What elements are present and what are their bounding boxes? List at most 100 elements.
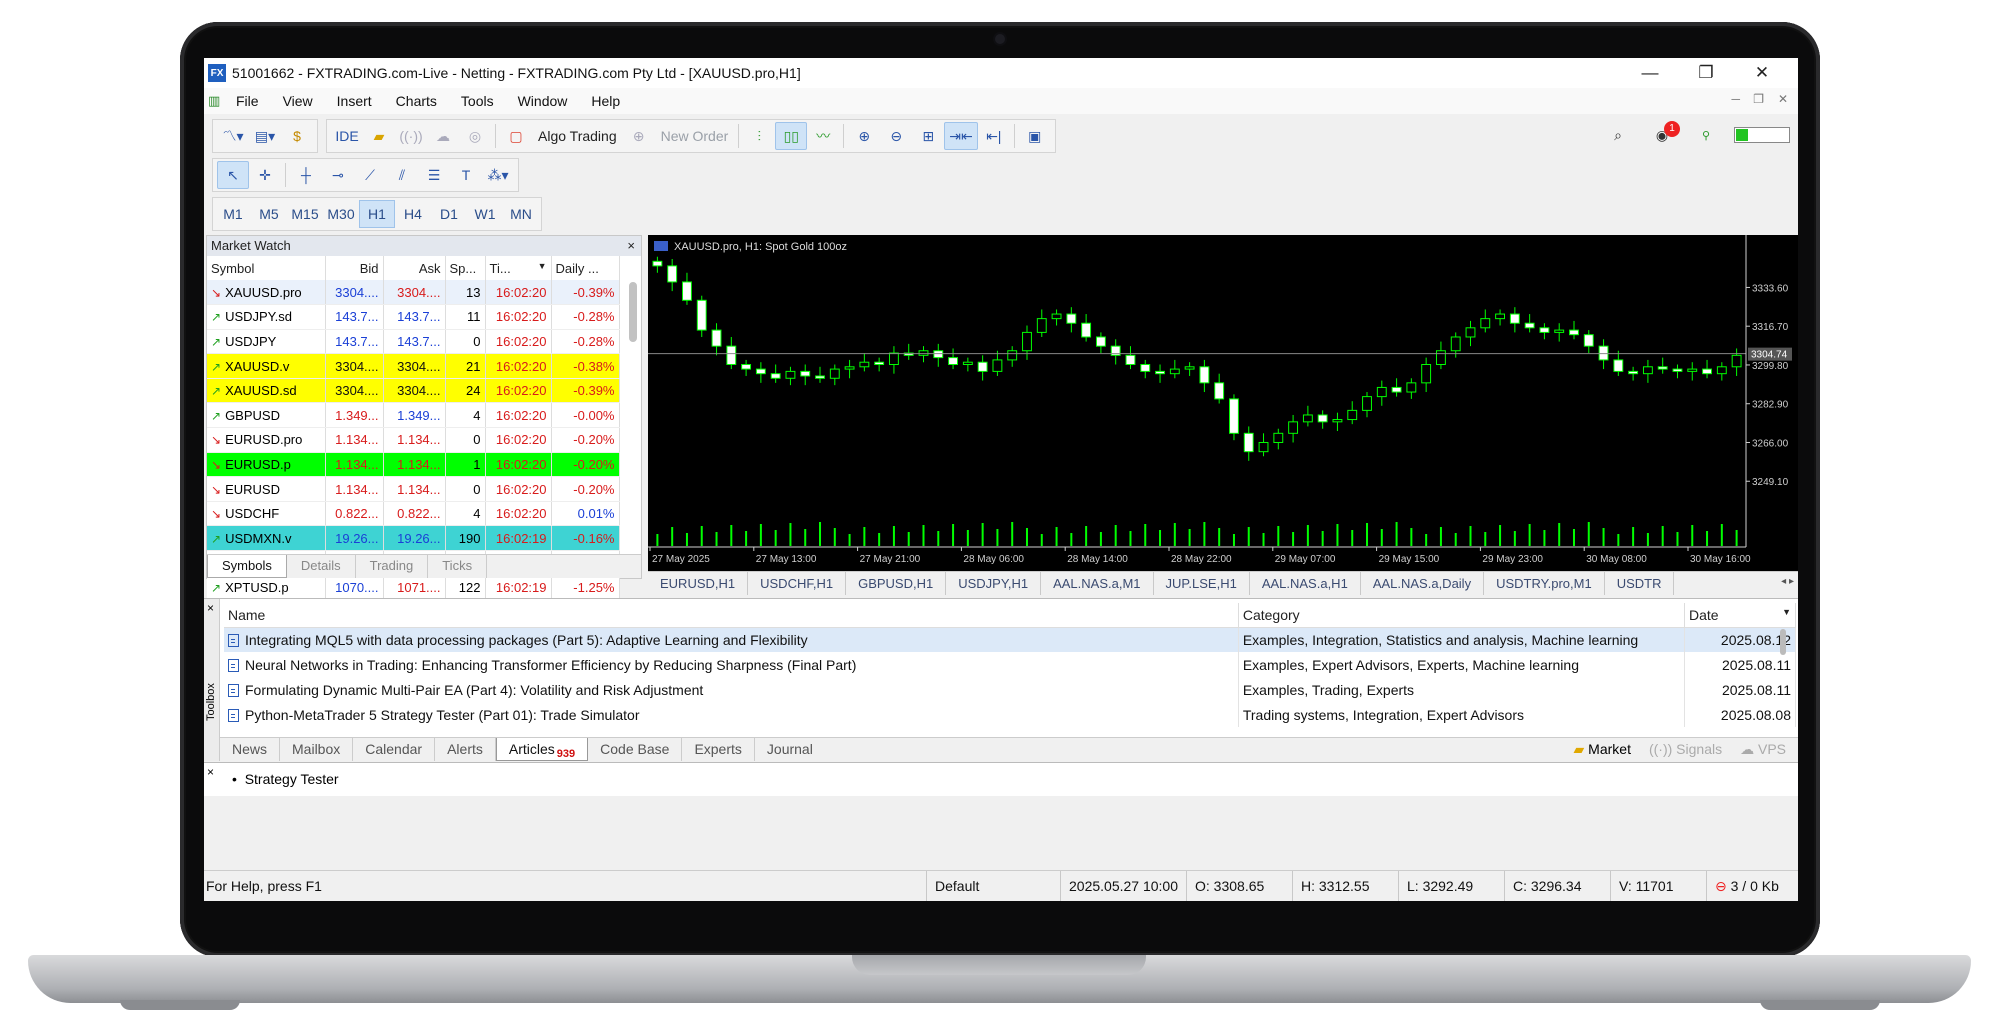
fibonacci-icon[interactable]: ☰ [418,161,450,189]
toolbox-close-icon[interactable]: × [207,601,214,615]
new-order-icon[interactable]: ⊕ [623,122,655,150]
row-symbol[interactable]: ↘ XAUUSD.pro [207,280,326,306]
templates-icon[interactable]: ▤▾ [249,122,281,150]
strategy-tester-close-icon[interactable]: × [207,765,214,779]
menu-window[interactable]: Window [506,93,580,109]
market-watch-row[interactable]: ↗ USDJPY.sd 143.7... 143.7... 11 16:02:20 -0.2… [207,304,620,330]
tab-experts[interactable]: Experts [682,738,755,761]
col-daily[interactable]: Daily ... [551,256,620,280]
market-watch-row[interactable]: ↘ EURUSD.p 1.134... 1.134... 1 16:02:20 -0.20% [207,452,620,478]
row-symbol[interactable]: ↗ USDMXN.v [207,525,326,552]
tile-windows-icon[interactable]: ⊞ [912,122,944,150]
zoom-out-icon[interactable]: ⊖ [880,122,912,150]
algo-trading-icon[interactable]: ▢ [500,122,532,150]
row-symbol[interactable]: ↘ USDCHF [207,501,326,527]
menu-view[interactable]: View [271,93,325,109]
articles-scrollbar[interactable] [1780,629,1786,655]
cloud-icon[interactable]: ☁ [427,122,459,150]
vps-link[interactable]: ☁ VPS [1740,741,1786,758]
signals-link[interactable]: ((·)) Signals [1649,741,1722,758]
col-symbol[interactable]: Symbol [207,256,326,280]
tab-details[interactable]: Details [287,555,356,578]
algo-trading-button[interactable]: Algo Trading [532,128,623,144]
col-category[interactable]: Category [1238,603,1685,628]
chart-shift-icon[interactable]: ⇤| [978,122,1010,150]
row-symbol[interactable]: ↗ XAUUSD.sd [207,378,326,404]
timeframe-mn[interactable]: MN [503,200,539,228]
chart-tab-jup-h1[interactable]: JUP.LSE,H1 [1154,572,1250,595]
close-button[interactable]: ✕ [1734,58,1790,88]
tab-articles[interactable]: Articles 939 [495,738,589,761]
timeframe-h4[interactable]: H4 [395,200,431,228]
screenshot-icon[interactable]: ▣ [1019,122,1051,150]
article-name[interactable]: Python-MetaTrader 5 Strategy Tester (Par… [224,702,1239,727]
chart-tabs-scroll-icon[interactable]: ◂ ▸ [1781,576,1794,587]
row-symbol[interactable]: ↘ EURUSD.p [207,452,326,478]
market-watch-row[interactable]: ↘ XAUUSD.pro 3304.... 3304.... 13 16:02:20 -0.… [207,280,620,306]
market-watch-row[interactable]: ↘ EURUSD.pro 1.134... 1.134... 0 16:02:20 -0.2… [207,427,620,453]
restore-button[interactable]: ❐ [1678,58,1734,88]
timeframe-m5[interactable]: M5 [251,200,287,228]
article-row[interactable]: Neural Networks in Trading: Enhancing Tr… [224,652,1797,677]
tab-alerts[interactable]: Alerts [435,738,496,761]
col-name[interactable]: Name [224,603,1239,628]
market-watch-row[interactable]: ↘ EURUSD 1.134... 1.134... 0 16:02:20 -0.20% [207,476,620,502]
bar-chart-icon[interactable]: ⫶ [743,122,775,150]
auto-scroll-icon[interactable]: ⇥⇤ [944,122,978,150]
market-watch-scrollbar[interactable] [629,282,637,342]
status-profile[interactable]: Default [926,871,1060,901]
shapes-icon[interactable]: ⁂▾ [482,161,514,189]
menu-tools[interactable]: Tools [449,93,506,109]
article-name[interactable]: Integrating MQL5 with data processing pa… [224,627,1239,652]
menu-file[interactable]: File [224,93,271,109]
cursor-icon[interactable]: ↖ [217,161,249,189]
line-chart-icon[interactable]: 〰 [807,122,839,150]
col-date[interactable]: Date ▼ [1684,603,1797,628]
row-symbol[interactable]: ↘ EURUSD.pro [207,427,326,453]
chart-tab-usdchf-h1[interactable]: USDCHF,H1 [748,572,847,595]
market-watch-row[interactable]: ↗ XAUUSD.v 3304.... 3304.... 21 16:02:20 -0.38… [207,353,620,379]
col-bid[interactable]: Bid [325,256,384,280]
market-watch-row[interactable]: ↘ USDCHF 0.822... 0.822... 4 16:02:20 0.01% [207,501,620,527]
row-symbol[interactable]: ↗ XPTUSD.p [207,575,326,601]
chart-tab-usdjpy-h1[interactable]: USDJPY,H1 [946,572,1042,595]
mdi-restore-icon[interactable]: ❐ [1753,92,1764,106]
status-traffic[interactable]: ⊖ 3 / 0 Kb [1706,871,1798,901]
market-link[interactable]: ▰ Market [1574,741,1631,758]
ide-button[interactable]: IDE [331,122,363,150]
tab-calendar[interactable]: Calendar [353,738,436,761]
horizontal-line-icon[interactable]: ⊸ [322,161,354,189]
market-watch-close-icon[interactable]: × [627,236,635,256]
minimize-button[interactable]: — [1622,58,1678,88]
timeframe-m30[interactable]: M30 [323,200,359,228]
timeframe-w1[interactable]: W1 [467,200,503,228]
chart-tab-usdtr[interactable]: USDTR [1605,572,1675,595]
timeframe-m1[interactable]: M1 [215,200,251,228]
market-watch-row[interactable]: ↗ USDMXN.v 19.26... 19.26... 190 16:02:19 -0.1… [207,525,620,552]
col-ask[interactable]: Ask [383,256,446,280]
article-row[interactable]: Formulating Dynamic Multi-Pair EA (Part … [224,677,1797,702]
chart-tab-aal-h1[interactable]: AAL.NAS.a,H1 [1250,572,1361,595]
coin-icon[interactable]: $ [281,122,313,150]
market-watch-row[interactable]: ↗ USDJPY 143.7... 143.7... 0 16:02:20 -0.28% [207,329,620,355]
article-row[interactable]: Python-MetaTrader 5 Strategy Tester (Par… [224,702,1797,727]
chart-canvas[interactable]: XAUUSD.pro, H1: Spot Gold 100oz 3333.60 3… [648,235,1798,571]
signals-icon[interactable]: ((·)) [395,122,427,150]
market-watch-row[interactable]: ↗ XAUUSD.sd 3304.... 3304.... 24 16:02:20 -0.3… [207,378,620,404]
candlestick-icon[interactable]: ▯▯ [775,122,808,150]
mdi-minimize-icon[interactable]: ─ [1731,92,1740,106]
market-watch-row[interactable]: ↗ GBPUSD 1.349... 1.349... 4 16:02:20 -0.00% [207,402,620,429]
chart-tab-aal-m1[interactable]: AAL.NAS.a,M1 [1041,572,1154,595]
article-row[interactable]: Integrating MQL5 with data processing pa… [224,627,1797,652]
article-name[interactable]: Neural Networks in Trading: Enhancing Tr… [224,652,1239,677]
notifications-icon[interactable]: ◉ 1 [1646,121,1680,149]
row-symbol[interactable]: ↘ EURUSD [207,476,326,502]
tab-code-base[interactable]: Code Base [588,738,683,761]
tab-ticks[interactable]: Ticks [428,555,488,578]
price-chart[interactable]: XAUUSD.pro, H1: Spot Gold 100oz 3333.60 3… [648,235,1798,571]
latency-icon[interactable]: ⚲ [1690,121,1722,149]
tab-trading[interactable]: Trading [356,555,429,578]
col-spread[interactable]: Sp... [445,256,486,280]
new-order-button[interactable]: New Order [655,128,735,144]
row-symbol[interactable]: ↗ USDJPY.sd [207,304,326,330]
